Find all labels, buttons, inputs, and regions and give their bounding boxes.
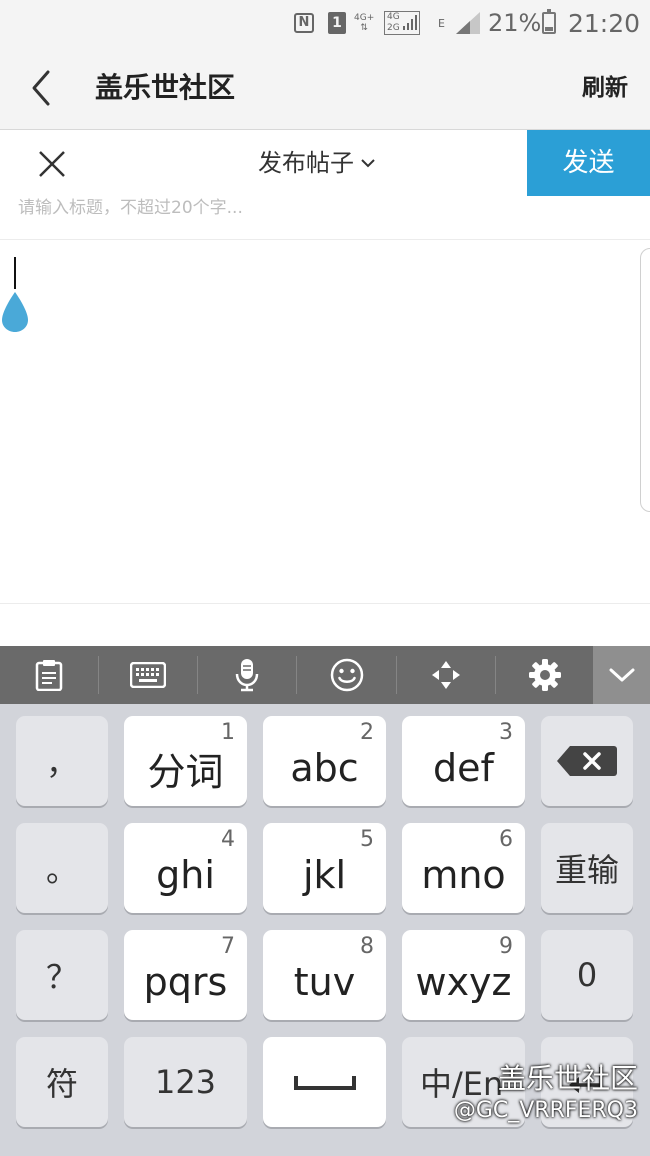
compose-header: 发布帖子 发送	[0, 130, 650, 196]
key-jkl[interactable]: jkl 5	[263, 823, 386, 913]
key-label: jkl	[302, 853, 347, 897]
numbers-key[interactable]: 123	[124, 1037, 247, 1127]
key-number: 1	[221, 720, 235, 745]
key-wxyz[interactable]: wxyz 9	[402, 930, 525, 1020]
close-button[interactable]	[34, 146, 70, 182]
key-mno[interactable]: mno 6	[402, 823, 525, 913]
gear-icon	[528, 659, 561, 691]
backspace-icon	[557, 746, 617, 776]
key-tuv[interactable]: tuv 8	[263, 930, 386, 1020]
battery-percent: 21%	[488, 9, 542, 37]
body-input[interactable]	[0, 241, 650, 603]
key-label: 123	[154, 1063, 217, 1101]
key-zero[interactable]: 0	[541, 930, 633, 1020]
reenter-key[interactable]: 重输	[541, 823, 633, 913]
cursor-move-button[interactable]	[397, 646, 495, 704]
title-field-container	[0, 196, 650, 240]
clipboard-button[interactable]	[0, 646, 98, 704]
chevron-down-icon	[609, 668, 634, 682]
key-segment[interactable]: 分词 1	[124, 716, 247, 806]
watermark: 盖乐世社区 @GC_VRRFERQ3	[454, 1062, 638, 1126]
nfc-icon: N	[292, 0, 316, 46]
post-type-label: 发布帖子	[258, 149, 354, 177]
clock: 21:20	[568, 8, 641, 38]
key-number: 8	[360, 934, 374, 959]
signal-icon	[456, 0, 482, 46]
keyboard-layout-button[interactable]	[99, 646, 197, 704]
key-number: 5	[360, 827, 374, 852]
key-label: wxyz	[415, 960, 512, 1004]
key-label: mno	[421, 853, 506, 897]
key-number: 7	[221, 934, 235, 959]
key-number: 3	[499, 720, 513, 745]
watermark-user: @GC_VRRFERQ3	[453, 1098, 638, 1123]
microphone-icon	[235, 659, 259, 692]
divider	[0, 603, 650, 604]
dual-network-icon: 4G 2G	[384, 0, 422, 46]
chevron-down-icon	[361, 159, 375, 168]
key-abc[interactable]: abc 2	[263, 716, 386, 806]
title-input[interactable]	[18, 196, 518, 220]
voice-input-button[interactable]	[198, 646, 296, 704]
refresh-button[interactable]: 刷新	[582, 46, 628, 130]
key-label: 符	[45, 1065, 78, 1103]
key-label: ？	[45, 958, 78, 996]
key-ghi[interactable]: ghi 4	[124, 823, 247, 913]
key-label: tuv	[293, 960, 356, 1004]
key-label: ，	[45, 744, 78, 782]
post-type-dropdown[interactable]: 发布帖子	[258, 130, 376, 196]
key-label: 。	[45, 851, 78, 889]
page-title: 盖乐世社区	[95, 71, 236, 104]
back-button[interactable]	[24, 68, 60, 108]
key-label: 分词	[147, 749, 224, 794]
key-question[interactable]: ？	[16, 930, 108, 1020]
symbols-key[interactable]: 符	[16, 1037, 108, 1127]
key-pqrs[interactable]: pqrs 7	[124, 930, 247, 1020]
key-def[interactable]: def 3	[402, 716, 525, 806]
close-icon	[39, 151, 65, 177]
key-label: pqrs	[143, 960, 228, 1004]
watermark-site: 盖乐世社区	[497, 1062, 638, 1095]
status-bar: N 1 4G+ ⇅ 4G 2G E 21% 21:20	[0, 0, 650, 46]
space-bar-icon	[293, 1076, 356, 1090]
key-number: 9	[499, 934, 513, 959]
network-4g-plus-icon: 4G+ ⇅	[354, 13, 375, 33]
chevron-left-icon	[32, 70, 50, 106]
key-label: 0	[576, 956, 598, 994]
smiley-icon	[330, 658, 363, 692]
key-number: 2	[360, 720, 374, 745]
keyboard-toolbar	[0, 646, 650, 704]
clipboard-icon	[35, 660, 63, 691]
key-number: 4	[221, 827, 235, 852]
space-key[interactable]	[263, 1037, 386, 1127]
send-button[interactable]: 发送	[527, 130, 650, 196]
key-label: def	[433, 746, 494, 790]
keyboard-settings-button[interactable]	[496, 646, 593, 704]
keyboard-icon	[130, 662, 166, 688]
emoji-button[interactable]	[297, 646, 396, 704]
key-label: abc	[290, 746, 359, 790]
move-arrows-icon	[432, 661, 460, 689]
sim-icon: 1	[326, 0, 348, 46]
scroll-edge	[640, 248, 650, 512]
key-label: ghi	[156, 853, 215, 897]
app-bar: 盖乐世社区 刷新	[0, 46, 650, 130]
battery-icon	[542, 0, 558, 46]
key-number: 6	[499, 827, 513, 852]
key-label: 重输	[554, 851, 619, 889]
cursor-handle[interactable]	[0, 290, 30, 334]
key-comma[interactable]: ，	[16, 716, 108, 806]
backspace-key[interactable]	[541, 716, 633, 806]
edge-network-icon: E	[438, 16, 445, 30]
hide-keyboard-button[interactable]	[593, 646, 650, 704]
key-period[interactable]: 。	[16, 823, 108, 913]
cursor-handle-icon	[2, 292, 28, 332]
text-cursor	[14, 257, 16, 289]
